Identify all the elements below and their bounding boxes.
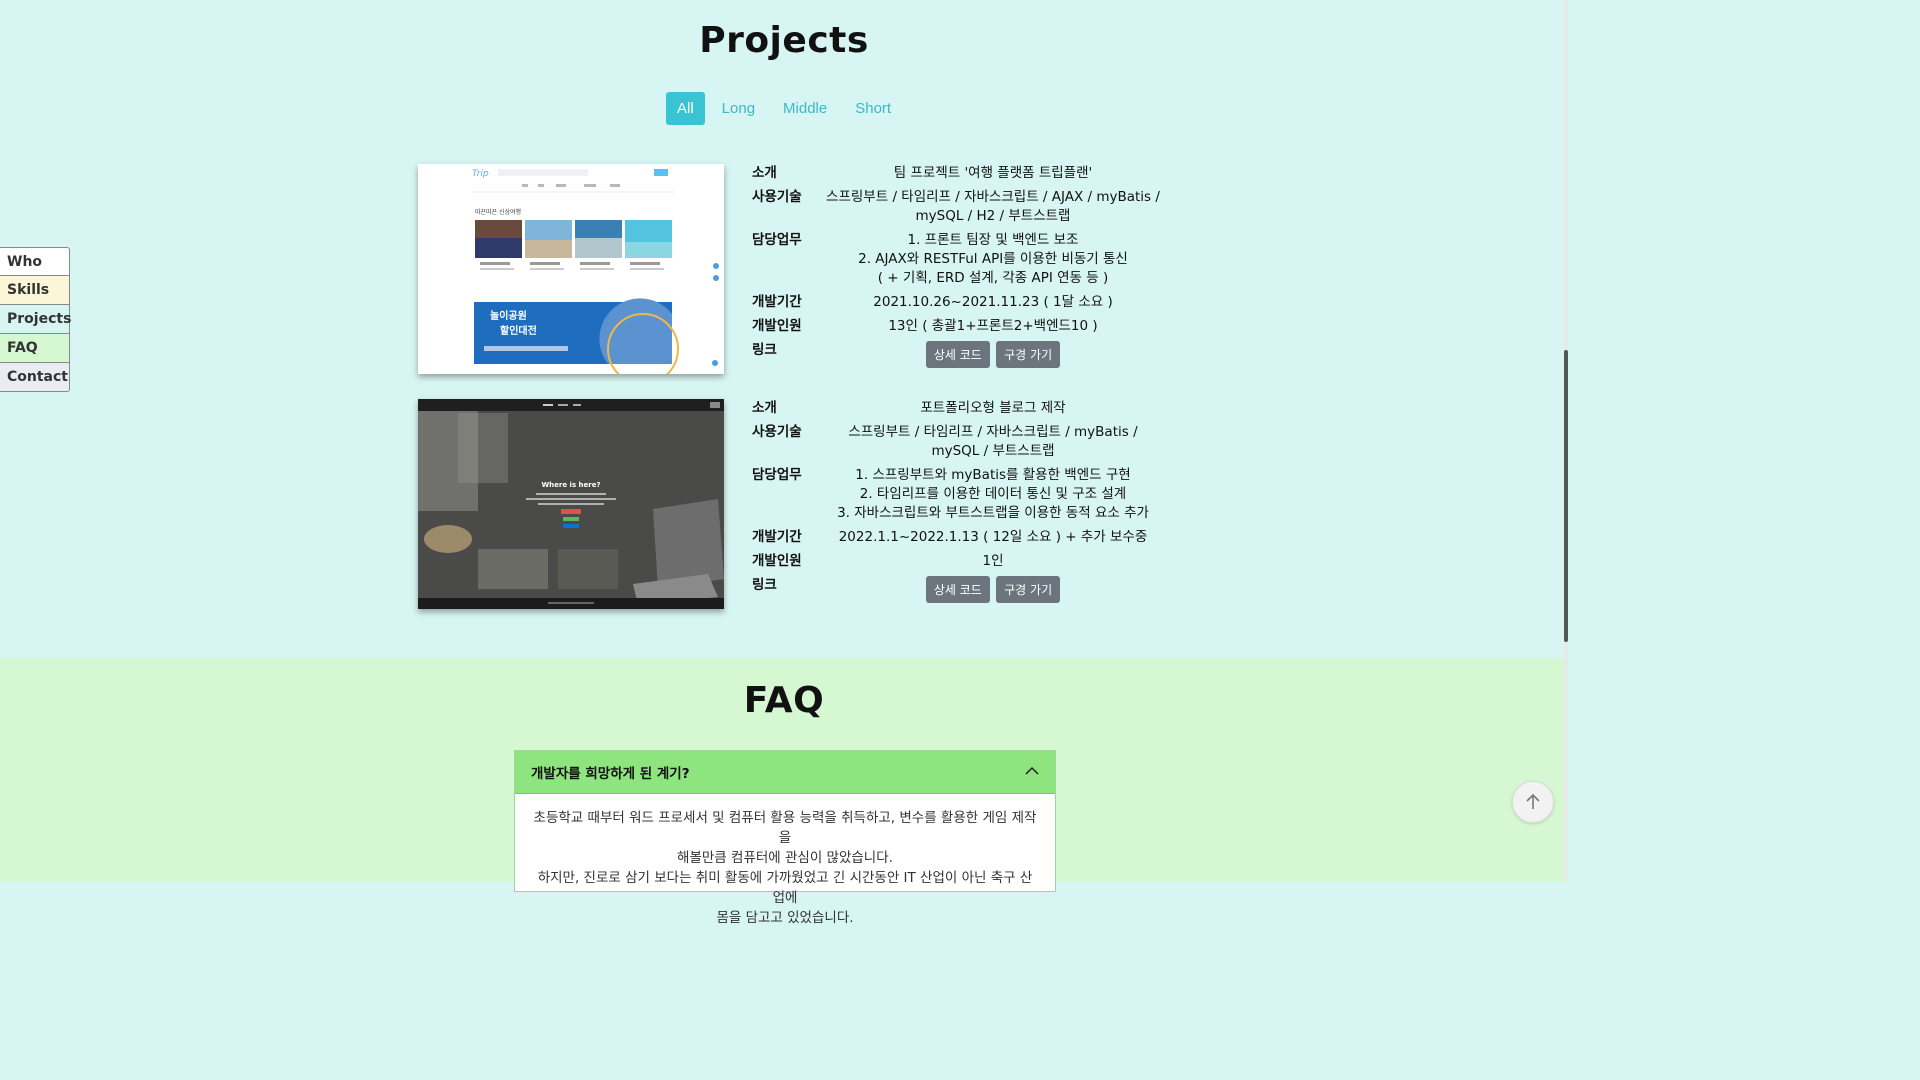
- projects-title: Projects: [699, 20, 869, 61]
- role-label: 담당업무: [752, 232, 802, 248]
- filter-short-button[interactable]: Short: [844, 92, 902, 125]
- filter-all-button[interactable]: All: [666, 92, 705, 125]
- faq-title: FAQ: [743, 680, 825, 721]
- thumb-heading: Where is here?: [541, 481, 600, 489]
- chevron-up-icon: [1025, 764, 1039, 780]
- filter-middle-button[interactable]: Middle: [772, 92, 838, 125]
- faq-question-header[interactable]: 개발자를 희망하게 된 계기?: [515, 751, 1055, 794]
- project-filter-bar: All Long Middle Short: [666, 92, 902, 125]
- side-nav-projects[interactable]: Projects: [0, 305, 71, 334]
- members-label: 개발인원: [752, 553, 802, 569]
- period-label: 개발기간: [752, 294, 802, 310]
- tripplan-screenshot-image: Trip 따끈따끈 신상여행 놀이공원 할인대전: [418, 164, 724, 374]
- project-info: 소개 포트폴리오형 블로그 제작 사용기술 스프링부트 / 타임리프 / 자바스크립…: [748, 399, 1168, 608]
- side-nav-skills[interactable]: Skills: [0, 276, 70, 305]
- faq-accordion-item: 개발자를 희망하게 된 계기? 초등학교 때부터 워드 프로세서 및 컴퓨터 활…: [514, 750, 1056, 926]
- project-thumbnail[interactable]: Where is here?: [418, 399, 724, 609]
- arrow-up-icon: [1526, 793, 1540, 809]
- tech-label: 사용기술: [752, 189, 802, 205]
- intro-label: 소개: [752, 400, 777, 416]
- visit-button[interactable]: 구경 가기: [996, 576, 1061, 603]
- tech-value: 스프링부트 / 타임리프 / 자바스크립트 / myBatis / mySQL /…: [848, 424, 1138, 459]
- side-nav-who[interactable]: Who: [0, 247, 70, 276]
- page-scrollbar[interactable]: [1564, 0, 1568, 882]
- members-label: 개발인원: [752, 318, 802, 334]
- role-value: 1. 프론트 팀장 및 백엔드 보조 2. AJAX와 RESTFul API를 …: [858, 232, 1128, 286]
- period-value: 2021.10.26~2021.11.23 ( 1달 소요 ): [873, 294, 1113, 310]
- intro-label: 소개: [752, 165, 777, 181]
- faq-answer: 초등학교 때부터 워드 프로세서 및 컴퓨터 활용 능력을 취득하고, 변수를 …: [515, 794, 1055, 942]
- thumb-banner-line1: 놀이공원: [490, 309, 527, 322]
- faq-question: 개발자를 희망하게 된 계기?: [531, 766, 690, 782]
- side-nav-faq[interactable]: FAQ: [0, 334, 70, 363]
- filter-long-button[interactable]: Long: [711, 92, 766, 125]
- link-label: 링크: [752, 342, 777, 358]
- code-button[interactable]: 상세 코드: [925, 576, 990, 603]
- project-info: 소개 팀 프로젝트 '여행 플랫폼 트립플랜' 사용기술 스프링부트 / 타임리프 …: [748, 164, 1168, 373]
- link-buttons: 상세 코드 구경 가기: [818, 341, 1168, 368]
- side-nav-contact[interactable]: Contact: [0, 363, 70, 392]
- code-button[interactable]: 상세 코드: [925, 341, 990, 368]
- scroll-top-button[interactable]: [1512, 781, 1554, 823]
- faq-answer-line: 해볼만큼 컴퓨터에 관심이 많았습니다.: [677, 850, 893, 866]
- intro-value: 팀 프로젝트 '여행 플랫폼 트립플랜': [893, 165, 1093, 181]
- tech-label: 사용기술: [752, 424, 802, 440]
- thumb-section-label: 따끈따끈 신상여행: [475, 208, 521, 216]
- faq-answer-line: 몸을 담고고 있었습니다.: [716, 910, 854, 926]
- link-label: 링크: [752, 577, 777, 593]
- visit-button[interactable]: 구경 가기: [996, 341, 1061, 368]
- project-thumbnail[interactable]: Trip 따끈따끈 신상여행 놀이공원 할인대전: [418, 164, 724, 374]
- members-value: 1인: [982, 553, 1004, 569]
- role-label: 담당업무: [752, 467, 802, 483]
- period-value: 2022.1.1~2022.1.13 ( 12일 소요 ) + 추가 보수중: [838, 529, 1148, 545]
- faq-answer-line: 초등학교 때부터 워드 프로세서 및 컴퓨터 활용 능력을 취득하고, 변수를 …: [533, 810, 1037, 846]
- scrollbar-thumb[interactable]: [1564, 350, 1568, 642]
- svg-text:Trip: Trip: [472, 169, 489, 179]
- role-value: 1. 스프링부트와 myBatis를 활용한 백엔드 구현 2. 타임리프를 이용…: [837, 467, 1149, 521]
- period-label: 개발기간: [752, 529, 802, 545]
- tech-value: 스프링부트 / 타임리프 / 자바스크립트 / AJAX / myBatis /…: [826, 189, 1160, 224]
- link-buttons: 상세 코드 구경 가기: [818, 576, 1168, 603]
- members-value: 13인 ( 총괄1+프론트2+백엔드10 ): [888, 318, 1098, 334]
- thumb-banner-line2: 할인대전: [500, 324, 537, 337]
- faq-answer-line: 하지만, 진로로 삼기 보다는 취미 활동에 가까웠었고 긴 시간동안 IT 산…: [537, 870, 1033, 906]
- blog-screenshot-image: Where is here?: [418, 399, 724, 609]
- side-nav: Who Skills Projects FAQ Contact: [0, 247, 71, 392]
- intro-value: 포트폴리오형 블로그 제작: [920, 400, 1066, 416]
